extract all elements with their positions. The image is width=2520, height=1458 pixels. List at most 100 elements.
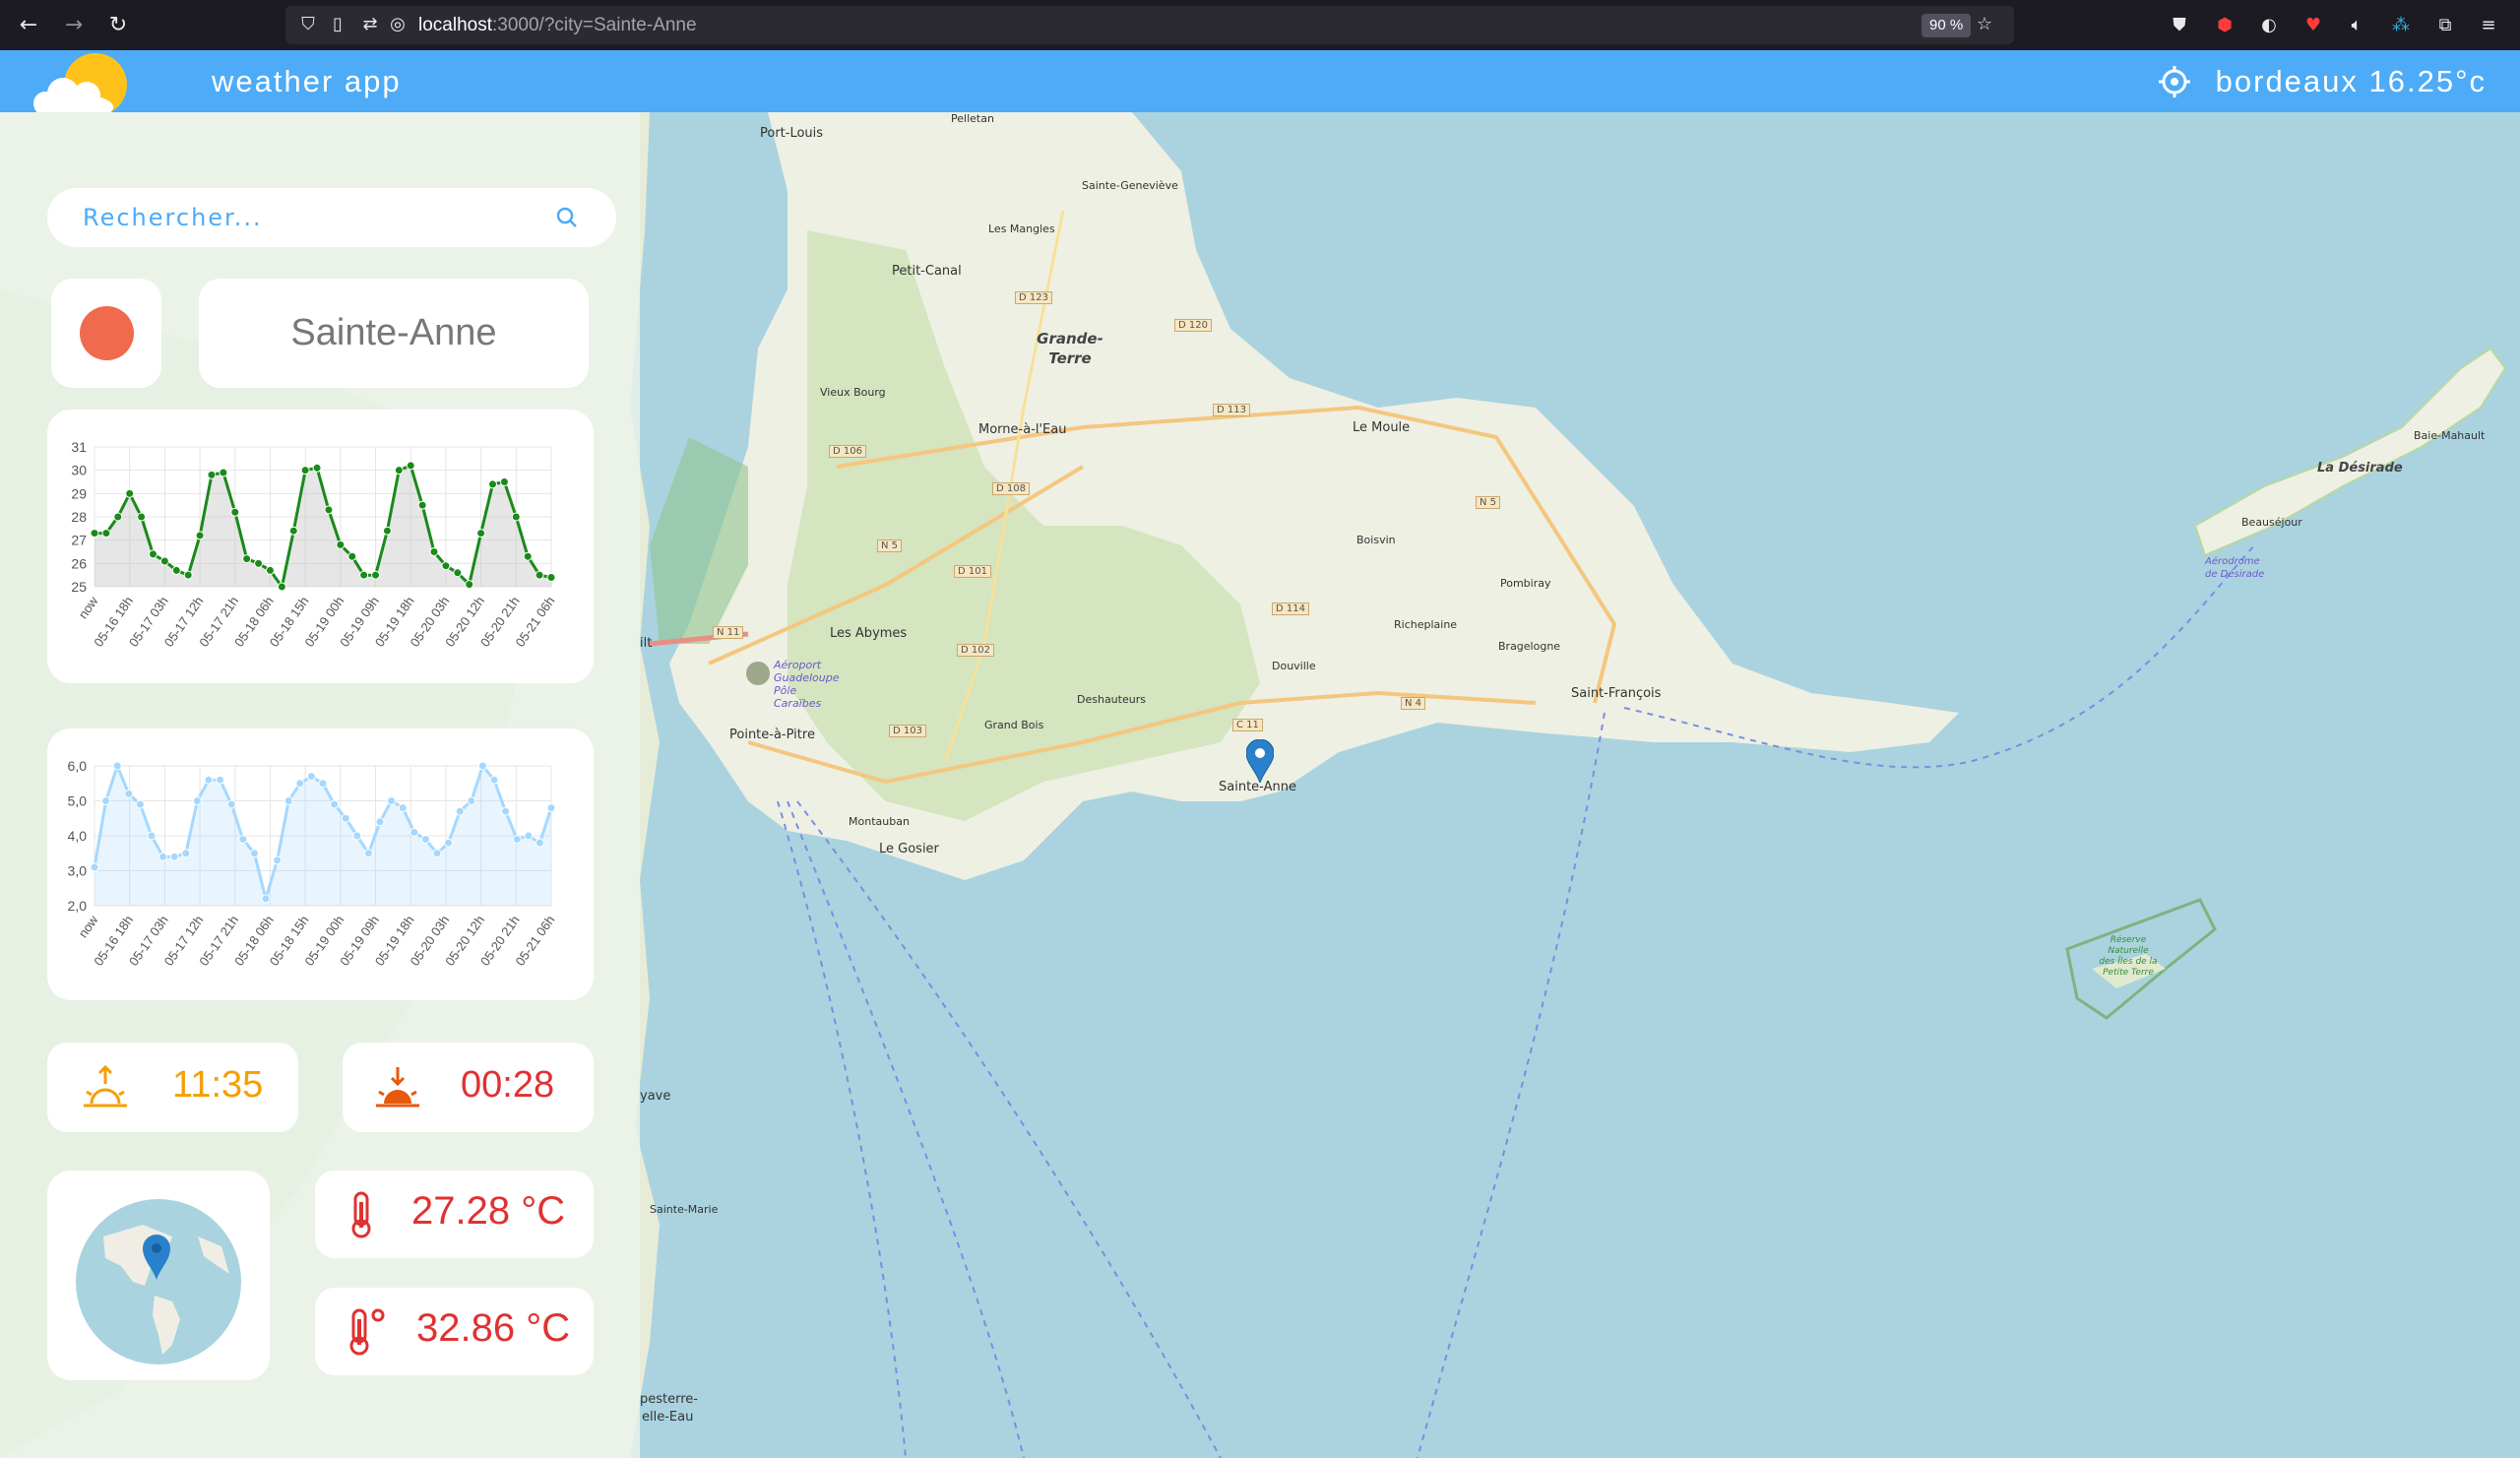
wind-chart-data-point[interactable] (124, 789, 134, 798)
wind-chart-data-point[interactable] (147, 831, 157, 841)
temp-chart-data-point[interactable] (429, 547, 439, 556)
temp-chart-data-point[interactable] (441, 561, 451, 571)
wind-chart-data-point[interactable] (375, 817, 385, 827)
wind-chart-data-point[interactable] (216, 775, 225, 785)
zoom-badge[interactable]: 90 % (1922, 14, 1972, 37)
temp-chart-data-point[interactable] (488, 479, 498, 489)
wind-chart-data-point[interactable] (420, 835, 430, 845)
temp-chart-data-point[interactable] (312, 463, 322, 473)
current-location-weather[interactable]: bordeaux 16.25°c (2216, 64, 2487, 99)
extensions-icon[interactable]: ⧉ (2431, 12, 2459, 39)
temp-chart-data-point[interactable] (359, 570, 369, 580)
wind-chart-data-point[interactable] (295, 779, 305, 789)
temp-chart-data-point[interactable] (230, 507, 240, 517)
temp-chart-data-point[interactable] (347, 551, 357, 561)
search-bar[interactable] (47, 188, 616, 247)
wind-chart-data-point[interactable] (410, 827, 419, 837)
temp-chart-data-point[interactable] (371, 570, 381, 580)
temp-chart-data-point[interactable] (465, 580, 474, 590)
temp-chart-data-point[interactable] (254, 558, 264, 568)
temp-chart-data-point[interactable] (125, 488, 135, 498)
temp-chart-data-point[interactable] (511, 512, 521, 522)
wind-chart-data-point[interactable] (467, 796, 476, 805)
temp-chart-data-point[interactable] (148, 549, 158, 559)
wind-chart-data-point[interactable] (352, 831, 362, 841)
back-icon[interactable]: ← (15, 12, 42, 39)
temp-chart-data-point[interactable] (159, 556, 169, 566)
temp-chart-data-point[interactable] (476, 529, 486, 539)
wind-chart-data-point[interactable] (112, 761, 122, 771)
wind-chart-data-point[interactable] (273, 856, 283, 865)
temp-chart-data-point[interactable] (406, 461, 415, 471)
temp-chart-data-point[interactable] (265, 565, 275, 575)
page-icon[interactable]: ▯ (325, 12, 350, 37)
wind-chart-data-point[interactable] (432, 849, 442, 858)
wind-chart-data-point[interactable] (363, 849, 373, 858)
wind-chart-data-point[interactable] (192, 796, 202, 805)
wind-chart-data-point[interactable] (535, 838, 544, 848)
temp-chart-data-point[interactable] (277, 582, 286, 592)
menu-icon[interactable]: ≡ (2475, 12, 2502, 39)
reload-icon[interactable]: ↻ (104, 12, 132, 39)
wind-chart-data-point[interactable] (512, 835, 522, 845)
youtube-icon[interactable]: ♥ (2300, 12, 2327, 39)
wind-chart-data-point[interactable] (455, 806, 465, 816)
wind-chart-data-point[interactable] (501, 806, 511, 816)
temp-chart-data-point[interactable] (183, 570, 193, 580)
locate-icon[interactable] (2158, 65, 2191, 98)
temp-chart-data-point[interactable] (336, 539, 346, 549)
pocket-icon[interactable]: ⛊ (2166, 12, 2193, 39)
wind-chart-data-point[interactable] (306, 772, 316, 782)
temp-chart-data-point[interactable] (417, 500, 427, 510)
adblock-icon[interactable]: ⬢ (2211, 12, 2238, 39)
translate-icon[interactable]: ⁂ (2387, 12, 2415, 39)
temp-chart-data-point[interactable] (535, 570, 544, 580)
search-icon[interactable] (555, 206, 579, 229)
privacy-icon[interactable]: ◐ (2255, 12, 2283, 39)
temp-chart-data-point[interactable] (324, 505, 334, 515)
url-text[interactable]: localhost:3000/?city=Sainte-Anne (418, 15, 697, 36)
search-input[interactable] (83, 202, 555, 233)
wind-chart-data-point[interactable] (398, 803, 408, 813)
wind-chart-data-point[interactable] (477, 761, 487, 771)
temp-chart-data-point[interactable] (382, 526, 392, 536)
wind-chart-data-point[interactable] (135, 799, 145, 809)
shield-icon[interactable]: ⛉ (295, 12, 321, 37)
temp-chart-data-point[interactable] (207, 470, 217, 479)
wind-chart-data-point[interactable] (181, 849, 191, 858)
wind-chart-data-point[interactable] (169, 852, 179, 861)
temp-chart-data-point[interactable] (242, 554, 252, 564)
temp-chart-data-point[interactable] (523, 551, 533, 561)
wind-chart-data-point[interactable] (341, 813, 350, 823)
wind-chart-data-point[interactable] (387, 796, 397, 805)
url-bar[interactable]: ⛉ ▯ ⇄ ◎ localhost:3000/?city=Sainte-Anne… (285, 6, 2014, 44)
wind-chart-data-point[interactable] (226, 799, 236, 809)
bookmark-star-icon[interactable]: ☆ (1972, 12, 1997, 37)
sound-icon[interactable]: 🔈︎ (2343, 12, 2370, 39)
wind-chart-data-point[interactable] (261, 894, 271, 904)
wind-chart-data-point[interactable] (90, 862, 99, 872)
temp-chart-data-point[interactable] (288, 526, 298, 536)
location-icon[interactable]: ◎ (385, 12, 410, 37)
wind-chart-data-point[interactable] (238, 835, 248, 845)
forward-icon[interactable]: → (60, 12, 88, 39)
wind-chart-data-point[interactable] (489, 775, 499, 785)
wind-chart-data-point[interactable] (204, 775, 214, 785)
temp-chart-data-point[interactable] (453, 568, 463, 578)
temp-chart-data-point[interactable] (499, 477, 509, 486)
wind-chart-data-point[interactable] (249, 849, 259, 858)
wind-chart-data-point[interactable] (444, 838, 454, 848)
wind-chart-data-point[interactable] (284, 796, 293, 805)
temp-chart-data-point[interactable] (90, 529, 99, 539)
temp-chart-data-point[interactable] (546, 573, 556, 583)
wind-chart-data-point[interactable] (318, 779, 328, 789)
wind-chart-data-point[interactable] (524, 831, 534, 841)
map-marker-icon[interactable] (1246, 739, 1274, 783)
wind-chart-data-point[interactable] (158, 852, 168, 861)
temp-chart-data-point[interactable] (195, 531, 205, 540)
temp-chart-data-point[interactable] (394, 466, 404, 475)
temp-chart-data-point[interactable] (101, 529, 111, 539)
permissions-icon[interactable]: ⇄ (357, 12, 383, 37)
temp-chart-data-point[interactable] (219, 468, 228, 477)
wind-chart-data-point[interactable] (330, 799, 340, 809)
